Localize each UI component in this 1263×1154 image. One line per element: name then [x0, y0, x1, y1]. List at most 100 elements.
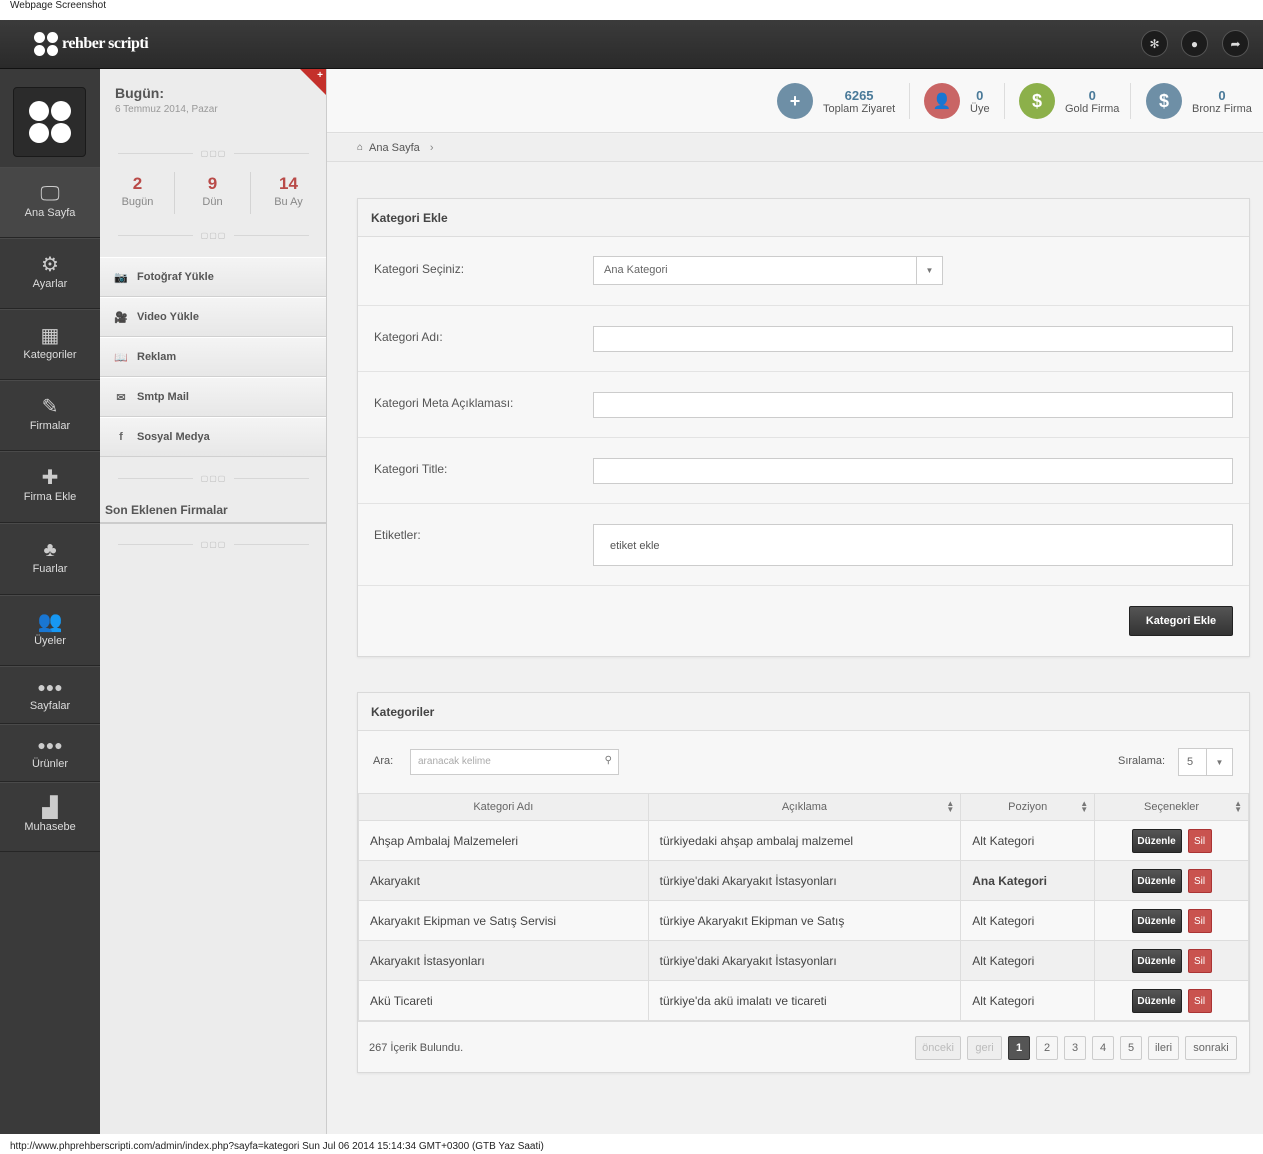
cell-position: Alt Kategori	[960, 980, 1096, 1021]
pager-prev[interactable]: geri	[967, 1036, 1002, 1060]
nav-item-firma-ekle[interactable]: ✚ Firma Ekle	[0, 451, 100, 523]
nav-item-ana-sayfa[interactable]: 🖵 Ana Sayfa	[0, 167, 100, 238]
nav-logo[interactable]	[13, 87, 86, 157]
stat-value: 14	[279, 174, 298, 193]
profile-button[interactable]: ●	[1181, 30, 1208, 57]
tags-input[interactable]: etiket ekle	[593, 524, 1233, 566]
nav-item-firmalar[interactable]: ✎ Firmalar	[0, 380, 100, 451]
today-title: Bugün:	[115, 85, 164, 101]
page-size-select[interactable]: 5 ▼	[1178, 748, 1233, 776]
nav-item-urunler[interactable]: ●●● Ürünler	[0, 724, 100, 782]
delete-button[interactable]: Sil	[1187, 908, 1212, 933]
cell-position: Alt Kategori	[960, 940, 1096, 981]
delete-button[interactable]: Sil	[1187, 948, 1212, 973]
video-camera-icon: 🎥	[114, 311, 128, 324]
edit-button[interactable]: Düzenle	[1131, 948, 1182, 973]
form-row-tags: Etiketler: etiket ekle	[358, 504, 1249, 586]
pager-next[interactable]: ileri	[1148, 1036, 1179, 1060]
pager-page-1[interactable]: 1	[1008, 1036, 1030, 1060]
nav-label: Sayfalar	[29, 700, 71, 712]
nav-item-ayarlar[interactable]: ⚙ Ayarlar	[0, 238, 100, 309]
layout-icon: ▦	[40, 325, 60, 347]
link-reklam[interactable]: 📖 Reklam	[100, 337, 326, 377]
breadcrumb: ⌂ Ana Sayfa ›	[327, 134, 1263, 162]
edit-button[interactable]: Düzenle	[1131, 988, 1182, 1013]
category-title-input[interactable]	[593, 458, 1233, 484]
stats-bar: + 6265 Toplam Ziyaret 👤 0 Üye $ 0 Gold Firm…	[327, 69, 1263, 133]
logo[interactable]: rehber scripti	[34, 32, 149, 56]
link-foto-yukle[interactable]: 📷 Fotoğraf Yükle	[100, 257, 326, 297]
edit-button[interactable]: Düzenle	[1131, 868, 1182, 893]
nav-label: Kategoriler	[23, 349, 77, 361]
category-form-panel: Kategori Ekle Kategori Seçiniz: Ana Kate…	[357, 198, 1250, 657]
delete-button[interactable]: Sil	[1187, 828, 1212, 853]
divider-dots: ▢▢▢	[100, 149, 327, 158]
edit-button[interactable]: Düzenle	[1131, 908, 1182, 933]
stat-label: Üye	[970, 102, 990, 115]
column-header-description[interactable]: Açıklama ▲ ▼	[647, 793, 962, 821]
add-category-button[interactable]: Kategori Ekle	[1129, 606, 1233, 636]
column-label: Kategori Adı	[473, 801, 534, 813]
plus-icon[interactable]: +	[317, 70, 323, 81]
nav-item-muhasebe[interactable]: ▟ Muhasebe	[0, 782, 100, 852]
nav-item-fuarlar[interactable]: ♣ Fuarlar	[0, 523, 100, 595]
pager-last[interactable]: sonraki	[1185, 1036, 1237, 1060]
link-smtp-mail[interactable]: ✉ Smtp Mail	[100, 377, 326, 417]
column-label: Seçenekler	[1144, 801, 1200, 813]
nav-label: Üyeler	[34, 635, 66, 647]
table-row: Ahşap Ambalaj Malzemeleri türkiyedaki ah…	[358, 820, 1249, 861]
pager-page-2[interactable]: 2	[1036, 1036, 1058, 1060]
delete-button[interactable]: Sil	[1187, 988, 1212, 1013]
table-footer: 267 İçerik Bulundu. önceki geri 1 2 3 4 …	[358, 1021, 1249, 1073]
column-header-name[interactable]: Kategori Adı	[358, 793, 649, 821]
link-label: Sosyal Medya	[137, 431, 210, 443]
cell-name: Ahşap Ambalaj Malzemeleri	[358, 820, 649, 861]
nav-item-uyeler[interactable]: 👥 Üyeler	[0, 595, 100, 666]
column-header-options[interactable]: Seçenekler ▲ ▼	[1094, 793, 1249, 821]
pager-first[interactable]: önceki	[915, 1036, 961, 1060]
breadcrumb-home[interactable]: Ana Sayfa	[369, 142, 420, 154]
nav-item-kategoriler[interactable]: ▦ Kategoriler	[0, 309, 100, 380]
sub-panel: Bugün: 6 Temmuz 2014, Pazar + ▢▢▢ 2 Bugü…	[100, 69, 327, 1134]
stat-value: 6265	[844, 87, 874, 103]
form-row-category-meta: Kategori Meta Açıklaması:	[358, 372, 1249, 438]
monitor-icon: 🖵	[40, 183, 60, 205]
stat-label: Toplam Ziyaret	[823, 102, 896, 115]
logout-button[interactable]: ➦	[1222, 30, 1249, 57]
link-sosyal-medya[interactable]: f Sosyal Medya	[100, 417, 326, 457]
search-input[interactable]: aranacak kelime ⚲	[410, 749, 619, 775]
main-content: + 6265 Toplam Ziyaret 👤 0 Üye $ 0 Gold Firm…	[327, 69, 1263, 1134]
book-icon: 📖	[114, 351, 128, 364]
column-header-position[interactable]: Poziyon ▲ ▼	[960, 793, 1096, 821]
link-video-yukle[interactable]: 🎥 Video Yükle	[100, 297, 326, 337]
stat-total-visits: + 6265 Toplam Ziyaret	[777, 83, 895, 119]
category-meta-input[interactable]	[593, 392, 1233, 418]
column-label: Poziyon	[1008, 801, 1048, 813]
pager-page-4[interactable]: 4	[1092, 1036, 1114, 1060]
cell-options: Düzenle Sil	[1094, 980, 1249, 1021]
search-placeholder: aranacak kelime	[418, 756, 491, 767]
bar-chart-icon: ▟	[42, 797, 58, 819]
stat-members: 👤 0 Üye	[924, 83, 990, 119]
panel-title: Kategori Ekle	[358, 199, 1249, 237]
section-underline	[100, 522, 326, 524]
edit-button[interactable]: Düzenle	[1131, 828, 1182, 853]
stat-bronze-firms: $ 0 Bronz Firma	[1146, 83, 1252, 119]
field-label: Kategori Seçiniz:	[374, 262, 465, 276]
panel-title: Kategoriler	[358, 693, 1249, 731]
gear-icon: ⚙	[41, 254, 59, 276]
pager-page-3[interactable]: 3	[1064, 1036, 1086, 1060]
table-row: Akaryakıt Ekipman ve Satış Servisi türki…	[358, 900, 1249, 941]
cell-position: Alt Kategori	[960, 820, 1096, 861]
parent-category-select[interactable]: Ana Kategori ▼	[593, 256, 943, 285]
settings-button[interactable]: ✻	[1141, 30, 1168, 57]
link-label: Fotoğraf Yükle	[137, 271, 214, 283]
cell-description: türkiye Akaryakıt Ekipman ve Satış	[647, 900, 962, 941]
nav-item-sayfalar[interactable]: ●●● Sayfalar	[0, 666, 100, 724]
delete-button[interactable]: Sil	[1187, 868, 1212, 893]
cell-description: türkiye'daki Akaryakıt İstasyonları	[647, 860, 962, 901]
stat-divider	[1004, 83, 1005, 119]
sort-icon: ▲ ▼	[1080, 799, 1089, 814]
category-name-input[interactable]	[593, 326, 1233, 352]
pager-page-5[interactable]: 5	[1120, 1036, 1142, 1060]
